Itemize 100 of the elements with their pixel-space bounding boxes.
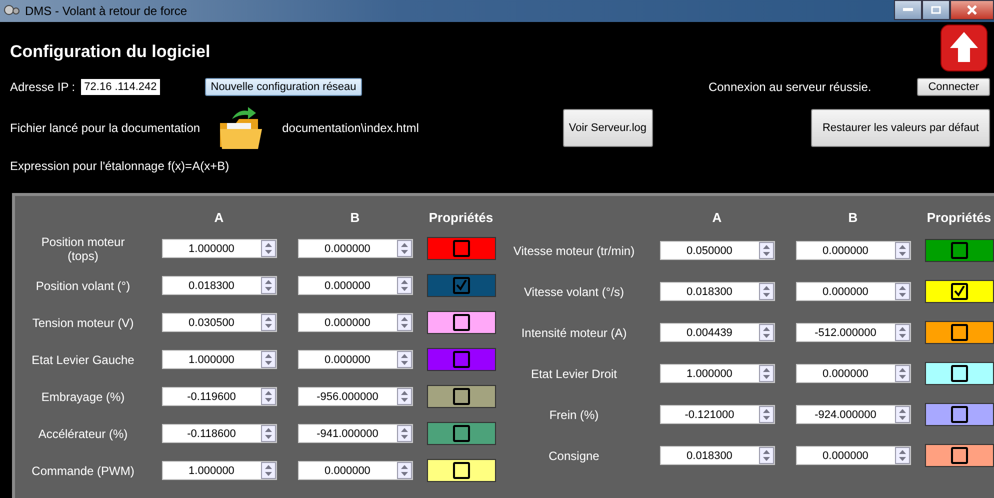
checkbox[interactable] [950,365,968,382]
color-swatch[interactable] [426,385,496,408]
folder-icon[interactable] [218,105,264,151]
expression-text: Expression pour l'étalonnage f(x)=A(x+B) [10,159,230,173]
spinner-icon[interactable] [260,388,276,405]
spinner-icon[interactable] [396,462,412,479]
column-header: A [213,208,225,226]
color-swatch[interactable] [426,274,496,297]
network-config-button[interactable]: Nouvelle configuration réseau [204,78,362,96]
checkbox[interactable] [452,388,470,405]
spinner-icon[interactable] [396,388,412,405]
spinner-icon[interactable] [260,314,276,331]
spinner-icon[interactable] [894,447,910,464]
number-field[interactable]: -0.119600 [162,387,276,406]
number-field[interactable]: 0.004439 [660,323,774,342]
number-field[interactable]: 0.000000 [298,350,412,369]
number-field[interactable]: -0.118600 [162,424,276,443]
spinner-icon[interactable] [894,365,910,382]
checkbox[interactable] [950,242,968,259]
checkbox[interactable] [950,324,968,341]
spinner-icon[interactable] [758,283,774,300]
spinner-icon[interactable] [758,365,774,382]
spinner-icon[interactable] [894,242,910,259]
checkbox[interactable] [452,240,470,257]
number-field[interactable]: 0.000000 [298,239,412,258]
number-field[interactable]: 0.018300 [660,446,774,465]
number-field[interactable]: 1.000000 [162,239,276,258]
close-button[interactable] [950,0,994,20]
spinner-icon[interactable] [894,406,910,423]
number-field[interactable]: -924.000000 [796,405,910,424]
documentation-path: documentation\index.html [282,121,419,135]
column-header: Propriétés [926,208,992,227]
spinner-icon[interactable] [758,447,774,464]
restore-defaults-button[interactable]: Restaurer les valeurs par défaut [811,109,990,147]
channel-label: Consigne [548,448,600,462]
spinner-icon[interactable] [396,314,412,331]
color-swatch[interactable] [924,280,994,303]
color-swatch[interactable] [426,237,496,260]
color-swatch[interactable] [924,362,994,385]
color-swatch[interactable] [924,321,994,344]
number-field[interactable]: 0.000000 [298,313,412,332]
channel-label: Position moteur (tops) [40,234,126,262]
ip-field[interactable]: 72.16 .114.242 [81,79,160,95]
checkbox[interactable] [950,447,968,464]
number-field[interactable]: -512.000000 [796,323,910,342]
spinner-icon[interactable] [396,425,412,442]
spinner-icon[interactable] [260,277,276,294]
checkbox[interactable] [950,283,968,300]
spinner-icon[interactable] [894,324,910,341]
color-swatch[interactable] [426,311,496,334]
color-swatch[interactable] [924,239,994,262]
number-field[interactable]: 0.030500 [162,313,276,332]
checkbox[interactable] [452,425,470,442]
channel-label: Etat Levier Droit [530,366,618,380]
spinner-icon[interactable] [758,324,774,341]
connect-button[interactable]: Connecter [917,78,990,96]
number-field[interactable]: 0.000000 [298,276,412,295]
spinner-icon[interactable] [758,406,774,423]
number-field[interactable]: 0.000000 [796,241,910,260]
spinner-icon[interactable] [396,351,412,368]
checkbox[interactable] [452,351,470,368]
spinner-icon[interactable] [260,240,276,257]
channel-label: Position volant (°) [34,278,132,292]
view-log-button[interactable]: Voir Serveur.log [562,109,653,147]
maximize-button[interactable] [922,0,950,20]
number-field[interactable]: 0.050000 [660,241,774,260]
number-field[interactable]: -956.000000 [298,387,412,406]
column-header: A [711,208,723,226]
number-field[interactable]: 1.000000 [162,350,276,369]
number-field[interactable]: -941.000000 [298,424,412,443]
color-swatch[interactable] [426,422,496,445]
checkbox[interactable] [452,277,470,294]
number-field[interactable]: 0.000000 [796,364,910,383]
checkbox[interactable] [950,406,968,423]
number-field[interactable]: 0.018300 [162,276,276,295]
spinner-icon[interactable] [894,283,910,300]
ip-label: Adresse IP : [10,80,76,94]
spinner-icon[interactable] [260,462,276,479]
number-field[interactable]: 1.000000 [660,364,774,383]
spinner-icon[interactable] [260,425,276,442]
number-field[interactable]: 0.000000 [796,282,910,301]
number-field[interactable]: -0.121000 [660,405,774,424]
checkbox[interactable] [452,314,470,331]
minimize-button[interactable] [894,0,922,20]
color-swatch[interactable] [426,348,496,371]
checkbox[interactable] [452,462,470,479]
number-field[interactable]: 0.018300 [660,282,774,301]
spinner-icon[interactable] [260,351,276,368]
number-field[interactable]: 0.000000 [298,461,412,480]
spinner-icon[interactable] [396,240,412,257]
number-field[interactable]: 0.000000 [796,446,910,465]
channel-label: Frein (%) [548,408,600,422]
spinner-icon[interactable] [758,242,774,259]
spinner-icon[interactable] [396,277,412,294]
color-swatch[interactable] [924,444,994,467]
color-swatch[interactable] [426,459,496,482]
column-header: B [349,208,361,226]
color-swatch[interactable] [924,403,994,426]
close-icon [967,5,977,15]
number-field[interactable]: 1.000000 [162,461,276,480]
